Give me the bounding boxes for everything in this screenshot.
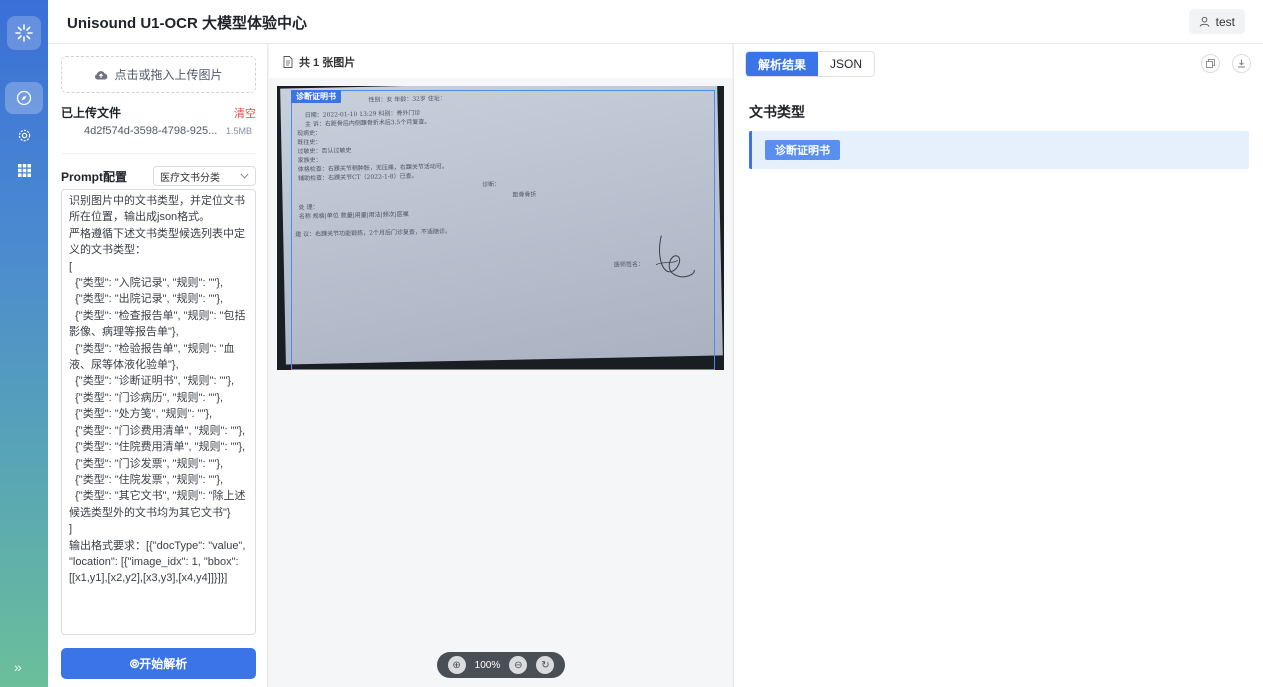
result-tabs: 解析结果 JSON [745, 51, 876, 77]
doc-type-badge[interactable]: 诊断证明书 [765, 140, 840, 160]
file-name: 4d2f574d-3598-4798-925... [84, 125, 218, 137]
section-title: 文书类型 [749, 104, 805, 120]
cloud-upload-icon [95, 70, 108, 79]
divider [61, 153, 256, 154]
detection-label: 诊断证明书 [291, 90, 341, 103]
double-chevron-right-icon[interactable]: » [14, 659, 22, 675]
prompt-template-select[interactable]: 医疗文书分类 [153, 166, 256, 186]
zoom-out-icon[interactable]: ⊖ [509, 656, 528, 674]
nav-rail: » [0, 0, 48, 687]
file-size: 1.5MB [225, 126, 252, 136]
zoom-toolbar: ⊕ 100% ⊖ ↻ [437, 652, 565, 678]
result-card: 诊断证明书 [749, 131, 1249, 169]
image-count: 共 1 张图片 [299, 57, 356, 69]
detection-bbox[interactable] [291, 90, 715, 370]
chevron-down-icon [240, 173, 249, 179]
document-image: 性别：女 年龄：32岁 住址： 日期：2022-01-10 13:29 科别：骨… [277, 86, 724, 370]
logo-icon[interactable] [7, 16, 41, 50]
image-viewer: 共 1 张图片 性别：女 年龄：32岁 住址： 日期：2022-01-10 13… [269, 44, 732, 687]
user-icon [1199, 16, 1210, 27]
prompt-template-value: 医疗文书分类 [160, 172, 220, 184]
prompt-config-label: Prompt配置 [61, 169, 128, 184]
user-menu[interactable]: test [1188, 9, 1245, 34]
file-item[interactable]: 4d2f574d-3598-4798-925... 1.5MB [84, 125, 252, 137]
zoom-level: 100% [474, 659, 501, 671]
clear-button[interactable]: 清空 [234, 105, 256, 121]
tab-parse-result[interactable]: 解析结果 [746, 52, 819, 76]
config-panel: 点击或拖入上传图片 已上传文件 清空 4d2f574d-3598-4798-92… [48, 44, 268, 687]
rotate-icon[interactable]: ↻ [536, 656, 555, 674]
copy-icon[interactable] [1201, 54, 1220, 73]
gear-icon[interactable] [5, 119, 43, 151]
grid-icon[interactable] [5, 154, 43, 186]
uploaded-files-title: 已上传文件 [61, 106, 122, 120]
top-header: Unisound U1-OCR 大模型体验中心 test [48, 0, 1263, 44]
upload-dropzone[interactable]: 点击或拖入上传图片 [61, 56, 256, 93]
results-panel: 解析结果 JSON 文书类型 诊断证明书 [733, 44, 1263, 687]
compass-icon[interactable] [5, 82, 43, 114]
tab-json[interactable]: JSON [818, 52, 875, 76]
app-title: Unisound U1-OCR 大模型体验中心 [67, 15, 307, 32]
user-name: test [1215, 14, 1235, 29]
download-icon[interactable] [1232, 54, 1251, 73]
prompt-textarea[interactable]: 识别图片中的文书类型，并定位文书所在位置，输出成json格式。 严格遵循下述文书… [61, 189, 256, 635]
upload-label: 点击或拖入上传图片 [114, 68, 223, 82]
document-icon [283, 56, 293, 68]
zoom-in-icon[interactable]: ⊕ [447, 656, 466, 674]
start-parse-button[interactable]: ⦾开始解析 [61, 648, 256, 679]
image-canvas[interactable]: 性别：女 年龄：32岁 住址： 日期：2022-01-10 13:29 科别：骨… [269, 78, 732, 687]
